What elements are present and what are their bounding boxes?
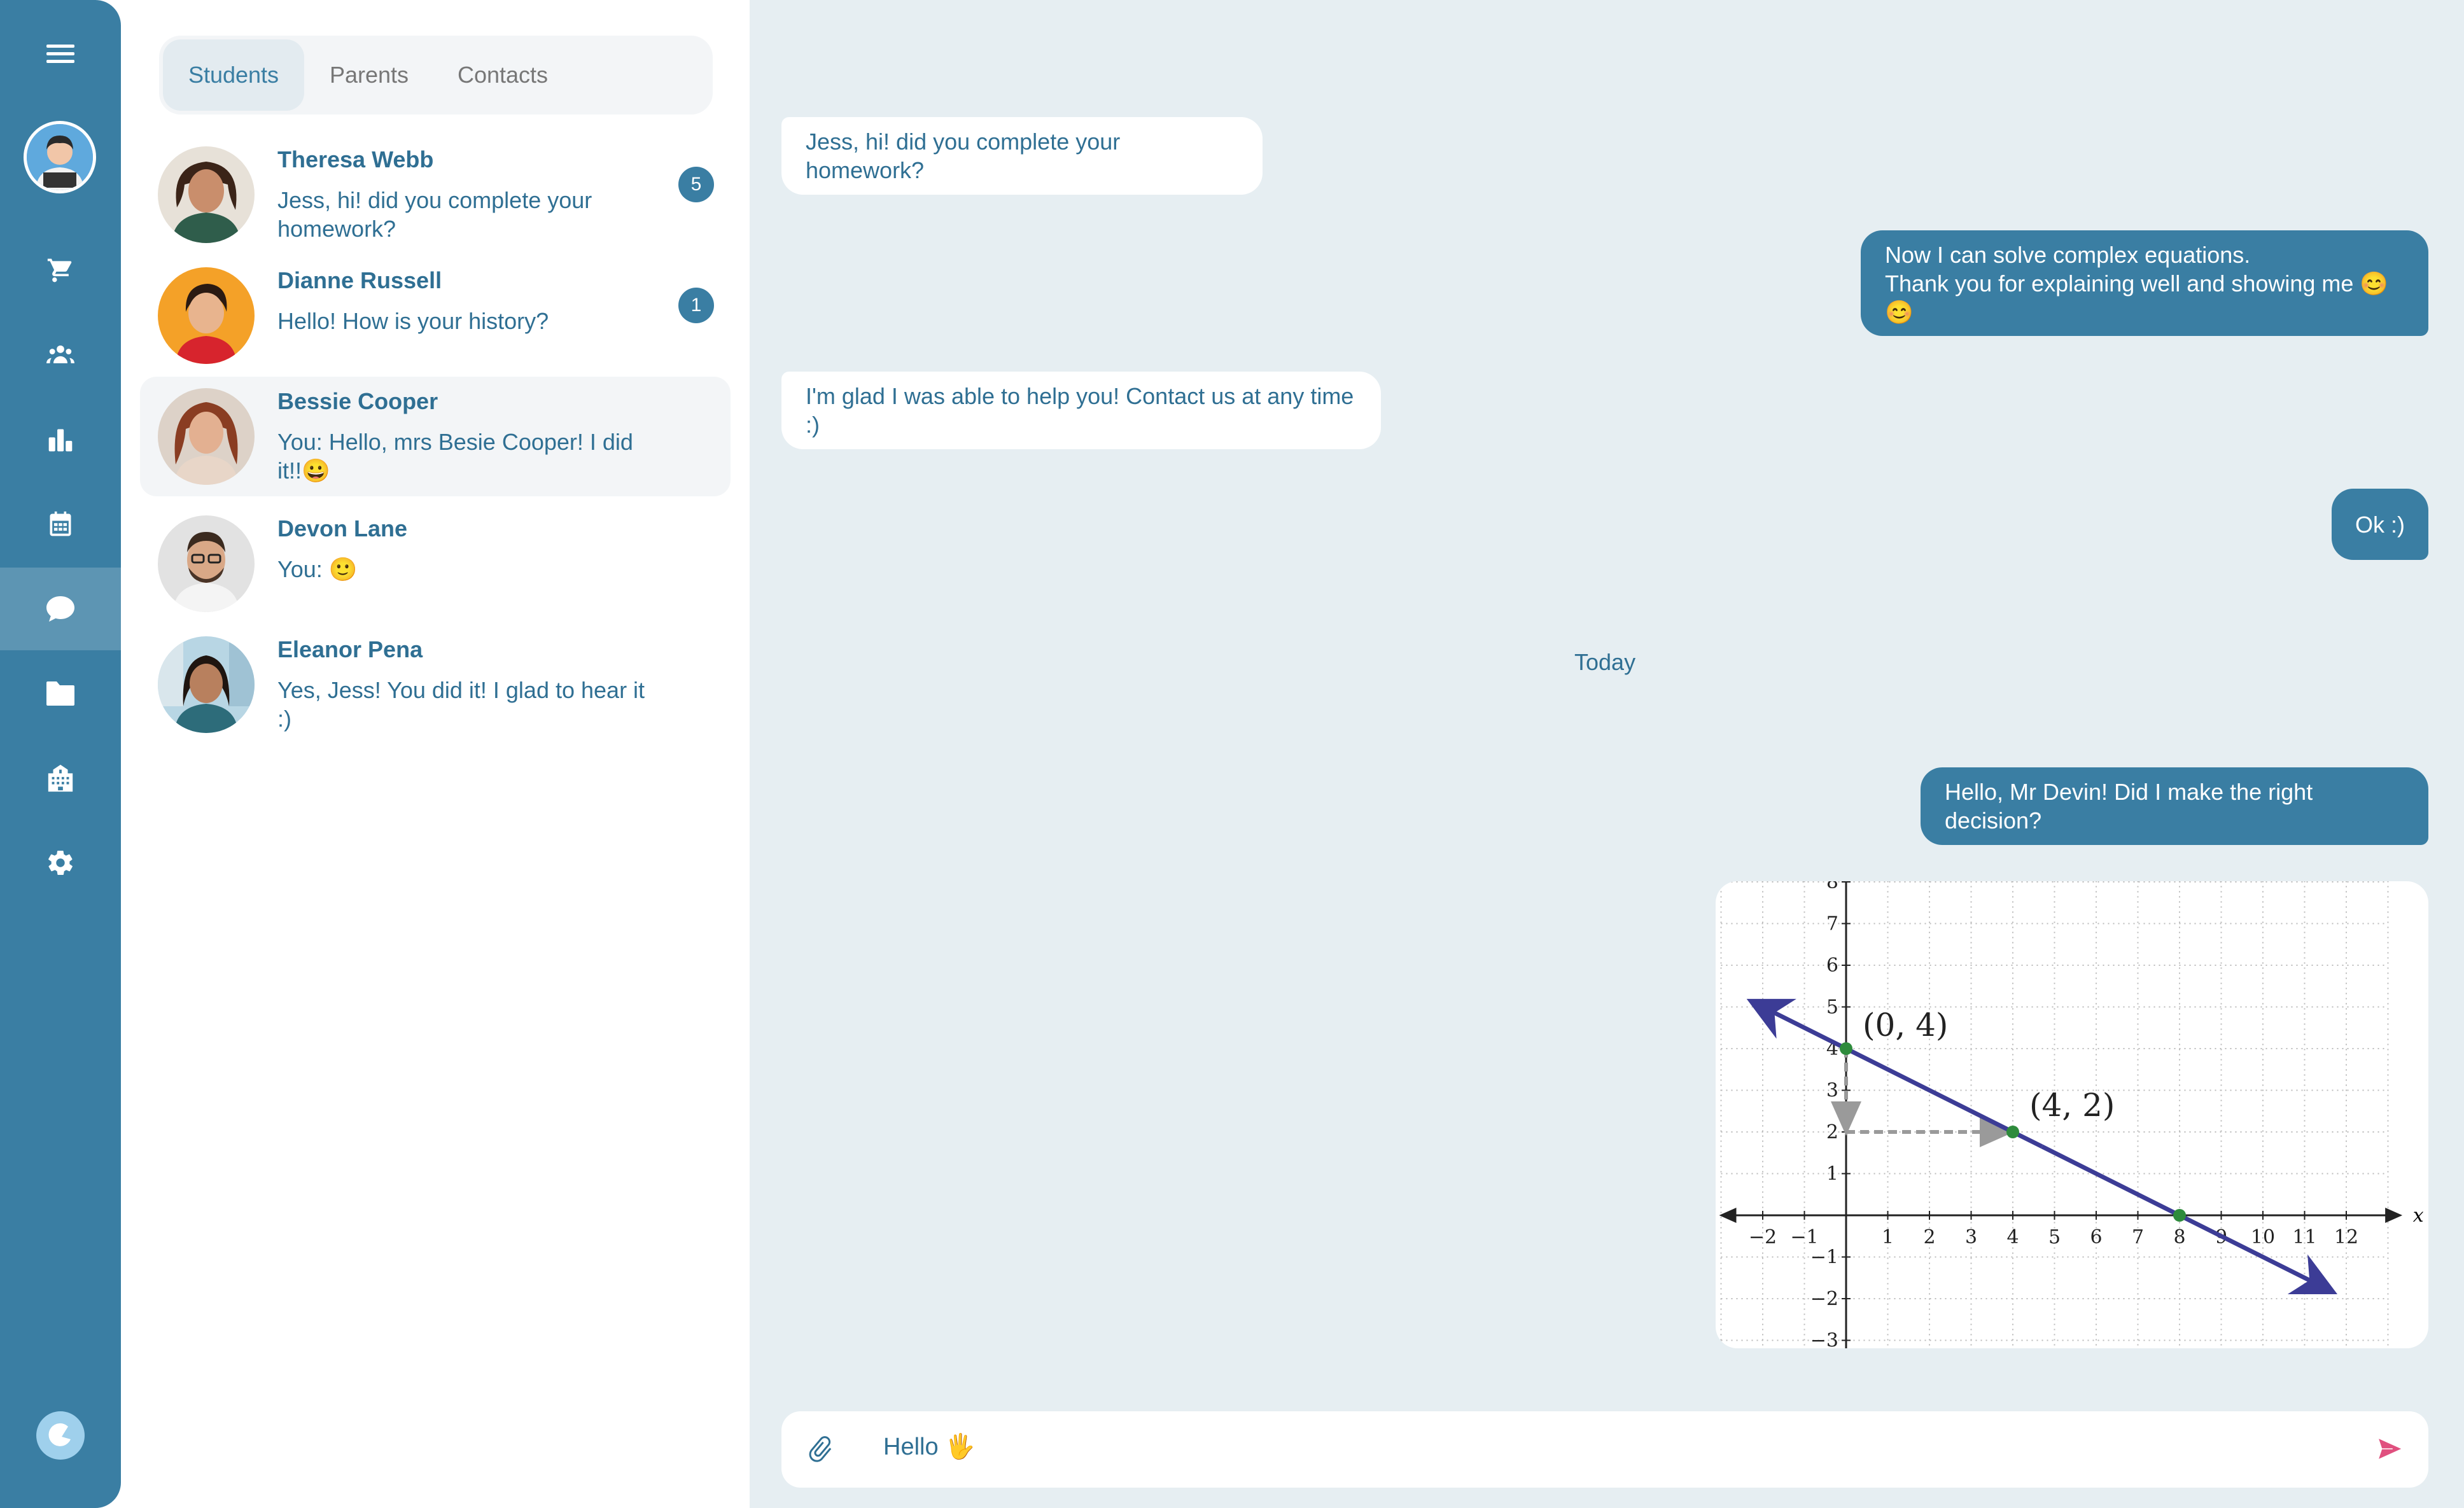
- contact-tabs: Students Parents Contacts: [159, 36, 713, 115]
- user-avatar-image: [27, 124, 93, 190]
- day-separator: Today: [1574, 649, 1636, 675]
- message-incoming: I'm glad I was able to help you! Contact…: [781, 372, 1381, 449]
- conversation-item[interactable]: Dianne Russell Hello! How is your histor…: [140, 256, 731, 369]
- tab-parents[interactable]: Parents: [312, 39, 426, 111]
- x-tick-label: 12: [2334, 1226, 2358, 1248]
- contact-name: Theresa Webb: [277, 146, 434, 172]
- nav-school[interactable]: [0, 759, 121, 797]
- plot-point: [1840, 1042, 1852, 1055]
- last-message-preview: Hello! How is your history?: [277, 308, 549, 334]
- y-tick-label: 1: [1826, 1163, 1838, 1185]
- x-tick-label: 11: [2292, 1226, 2316, 1248]
- contact-avatar: [158, 515, 255, 612]
- y-tick-label: 8: [1826, 881, 1838, 893]
- cart-icon: [47, 258, 72, 283]
- contact-name: Eleanor Pena: [277, 636, 423, 662]
- app-logo[interactable]: [0, 1410, 121, 1461]
- y-tick-label: 2: [1826, 1121, 1838, 1143]
- x-tick-label: 2: [1923, 1226, 1935, 1248]
- y-tick-label: −2: [1810, 1288, 1838, 1310]
- logo-icon: [36, 1411, 85, 1460]
- unread-badge: 1: [678, 288, 714, 323]
- nav-stats[interactable]: [0, 421, 121, 459]
- people-icon: [46, 345, 74, 363]
- conversation-list-pane: Students Parents Contacts Theresa Webb J…: [121, 0, 750, 1508]
- nav-files[interactable]: [0, 674, 121, 713]
- user-avatar[interactable]: [24, 121, 96, 193]
- unread-badge: 5: [678, 167, 714, 202]
- message-outgoing: Ok :): [2332, 489, 2428, 560]
- building-icon: [48, 764, 73, 792]
- x-tick-label: 1: [1882, 1226, 1894, 1248]
- nav-people[interactable]: [0, 336, 121, 374]
- message-composer: Hello 🖐: [781, 1411, 2428, 1488]
- tab-students[interactable]: Students: [163, 39, 304, 111]
- point-label: (4, 2): [2029, 1087, 2115, 1124]
- last-message-preview: You: Hello, mrs Besie Cooper! I did it!!…: [277, 429, 633, 484]
- x-tick-label: 7: [2132, 1226, 2144, 1248]
- plot-point: [2173, 1209, 2186, 1222]
- linear-equation-graph: xy−2−112345678910111287654321−1−2−3(0, 4…: [1719, 881, 2424, 1349]
- y-tick-label: 6: [1826, 954, 1838, 977]
- gear-icon: [48, 851, 73, 875]
- paperclip-icon: [809, 1436, 832, 1462]
- x-tick-label: −2: [1749, 1226, 1777, 1248]
- contact-name: Devon Lane: [277, 515, 408, 541]
- contact-avatar: [158, 146, 255, 243]
- attach-button[interactable]: [806, 1434, 836, 1468]
- bar-chart-icon: [48, 429, 73, 452]
- point-label: (0, 4): [1863, 1007, 1948, 1044]
- message-outgoing: Now I can solve complex equations. Thank…: [1861, 230, 2428, 336]
- conversation-item[interactable]: Theresa Webb Jess, hi! did you complete …: [140, 135, 731, 248]
- x-tick-label: 8: [2173, 1226, 2185, 1248]
- x-axis-label: x: [2413, 1204, 2424, 1227]
- menu-button[interactable]: [0, 35, 121, 73]
- chat-panel: Jess, hi! did you complete your homework…: [750, 0, 2464, 1508]
- nav-calendar[interactable]: [0, 505, 121, 543]
- menu-icon: [46, 45, 74, 63]
- chat-icon: [46, 596, 74, 622]
- nav-settings[interactable]: [0, 844, 121, 882]
- plot-point: [2006, 1126, 2019, 1138]
- x-tick-label: 4: [2006, 1226, 2019, 1248]
- x-tick-label: −1: [1790, 1226, 1818, 1248]
- last-message-preview: You: 🙂: [277, 556, 358, 582]
- x-tick-label: 3: [1965, 1226, 1977, 1248]
- contact-avatar: [158, 388, 255, 485]
- x-tick-label: 6: [2090, 1226, 2102, 1248]
- contact-avatar: [158, 267, 255, 364]
- conversation-item[interactable]: Bessie Cooper You: Hello, mrs Besie Coop…: [140, 377, 731, 496]
- folder-icon: [46, 681, 74, 706]
- nav-shop[interactable]: [0, 251, 121, 290]
- last-message-preview: Yes, Jess! You did it! I glad to hear it…: [277, 677, 645, 732]
- message-input[interactable]: Hello 🖐: [883, 1433, 975, 1461]
- nav-chat[interactable]: [0, 568, 121, 650]
- contact-name: Dianne Russell: [277, 267, 442, 293]
- tab-contacts[interactable]: Contacts: [439, 39, 566, 111]
- contact-name: Bessie Cooper: [277, 388, 438, 414]
- message-incoming: Jess, hi! did you complete your homework…: [781, 117, 1263, 195]
- nav-rail: [0, 0, 121, 1508]
- y-tick-label: 7: [1826, 913, 1838, 935]
- y-tick-label: 5: [1826, 996, 1838, 1019]
- message-outgoing: Hello, Mr Devin! Did I make the right de…: [1921, 767, 2428, 845]
- calendar-icon: [50, 511, 71, 536]
- conversation-item[interactable]: Eleanor Pena Yes, Jess! You did it! I gl…: [140, 625, 731, 738]
- conversation-item[interactable]: Devon Lane You: 🙂: [140, 504, 731, 617]
- x-tick-label: 10: [2251, 1226, 2275, 1248]
- y-tick-label: −3: [1810, 1330, 1838, 1349]
- contact-avatar: [158, 636, 255, 733]
- y-tick-label: −1: [1810, 1246, 1838, 1269]
- send-icon: [2377, 1437, 2404, 1461]
- last-message-preview: Jess, hi! did you complete your homework…: [277, 187, 592, 242]
- graph-attachment[interactable]: xy−2−112345678910111287654321−1−2−3(0, 4…: [1716, 881, 2428, 1348]
- y-tick-label: 3: [1826, 1080, 1838, 1102]
- send-button[interactable]: [2375, 1434, 2405, 1467]
- x-tick-label: 5: [2048, 1226, 2061, 1248]
